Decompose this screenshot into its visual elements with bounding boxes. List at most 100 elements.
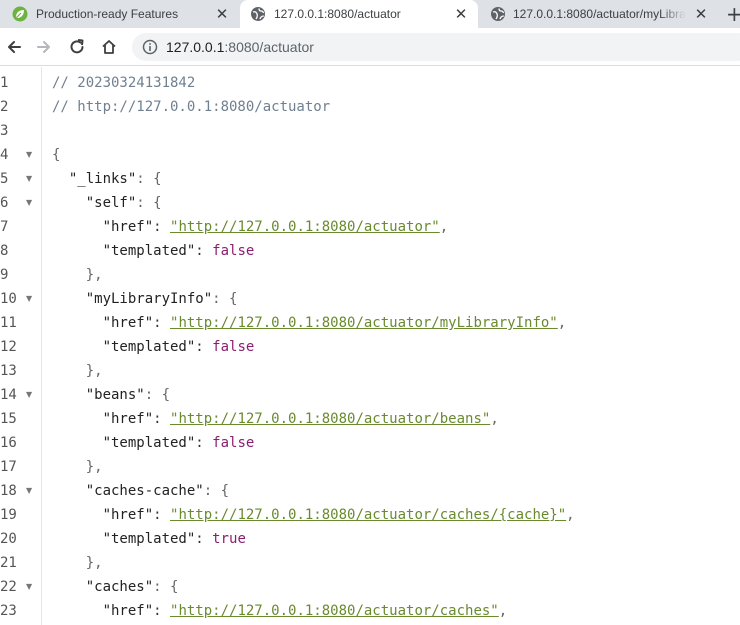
json-key: "href" bbox=[102, 315, 154, 331]
json-punct: : { bbox=[136, 171, 162, 187]
url-path: :8080/actuator bbox=[224, 39, 314, 55]
close-tab-icon[interactable]: ✕ bbox=[452, 5, 470, 23]
tab-title: Production-ready Features bbox=[36, 7, 179, 21]
json-key: "href" bbox=[102, 219, 154, 235]
line-number: 1 bbox=[0, 75, 9, 91]
address-bar[interactable]: 127.0.0.1:8080/actuator bbox=[132, 33, 740, 61]
address-url[interactable]: 127.0.0.1:8080/actuator bbox=[166, 39, 314, 55]
code-line: // http://127.0.0.1:8080/actuator bbox=[52, 95, 330, 119]
json-link[interactable]: "http://127.0.0.1:8080/actuator/myLibrar… bbox=[170, 315, 558, 331]
globe-icon bbox=[490, 6, 506, 22]
comment-text: // 20230324131842 bbox=[52, 75, 196, 91]
fold-toggle-icon[interactable]: ▼ bbox=[26, 191, 34, 215]
forward-arrow-icon[interactable] bbox=[33, 36, 55, 58]
json-boolean: false bbox=[212, 435, 255, 451]
line-number: 12 bbox=[0, 339, 17, 355]
json-key: "templated" bbox=[102, 339, 196, 355]
tab-title: 127.0.0.1:8080/actuator/myLibra bbox=[513, 7, 686, 21]
line-number: 13 bbox=[0, 363, 17, 379]
json-punct: : { bbox=[136, 195, 162, 211]
code-line: "beans": { bbox=[52, 383, 170, 407]
fold-toggle-icon[interactable]: ▼ bbox=[26, 167, 34, 191]
home-icon[interactable] bbox=[98, 36, 120, 58]
json-key: "templated" bbox=[102, 435, 196, 451]
line-number: 10 bbox=[0, 291, 17, 307]
line-number: 20 bbox=[0, 531, 17, 547]
line-number: 11 bbox=[0, 315, 17, 331]
json-boolean: true bbox=[212, 531, 246, 547]
code-line: "templated": false bbox=[102, 243, 255, 259]
close-tab-icon[interactable]: ✕ bbox=[692, 5, 710, 23]
line-number: 18 bbox=[0, 483, 17, 499]
tab-title: 127.0.0.1:8080/actuator bbox=[274, 7, 401, 21]
json-punct: , bbox=[557, 315, 567, 331]
tab-production-ready-features[interactable]: Production-ready Features ✕ bbox=[0, 0, 240, 28]
spring-leaf-icon bbox=[12, 6, 28, 22]
json-link[interactable]: "http://127.0.0.1:8080/actuator/caches/{… bbox=[170, 507, 566, 523]
json-punct: }, bbox=[85, 267, 103, 283]
json-key: "myLibraryInfo" bbox=[85, 291, 213, 307]
json-boolean: false bbox=[212, 243, 255, 259]
line-number: 23 bbox=[0, 603, 17, 619]
json-key: "href" bbox=[102, 603, 154, 619]
line-number: 6 bbox=[0, 195, 9, 211]
code-line: "templated": false bbox=[102, 435, 255, 451]
json-key: "caches-cache" bbox=[85, 483, 204, 499]
code-line: "href": "http://127.0.0.1:8080/actuator"… bbox=[102, 219, 449, 235]
line-number: 16 bbox=[0, 435, 17, 451]
fold-toggle-icon[interactable]: ▼ bbox=[26, 383, 34, 407]
fold-toggle-icon[interactable]: ▼ bbox=[26, 143, 34, 167]
json-link[interactable]: "http://127.0.0.1:8080/actuator/beans" bbox=[170, 411, 490, 427]
site-info-icon[interactable] bbox=[142, 39, 158, 55]
url-host: 127.0.0.1 bbox=[166, 39, 225, 55]
back-arrow-icon[interactable] bbox=[3, 36, 25, 58]
code-line: "templated": true bbox=[102, 531, 246, 547]
json-key: "beans" bbox=[85, 387, 145, 403]
json-punct: { bbox=[52, 147, 61, 163]
json-link[interactable]: "http://127.0.0.1:8080/actuator" bbox=[170, 219, 440, 235]
line-number: 9 bbox=[0, 267, 9, 283]
fold-toggle-icon[interactable]: ▼ bbox=[26, 479, 34, 503]
new-tab-button[interactable]: + bbox=[726, 4, 740, 24]
json-viewer: 1 2 3 4 ▼ 5 ▼ 6 ▼ 7 8 9 10 ▼ 11 12 13 14 ▼ 15 16 17 18 ▼ 19 20 21 2… bbox=[0, 67, 740, 625]
fold-toggle-icon[interactable]: ▼ bbox=[26, 287, 34, 311]
tab-strip: Production-ready Features ✕ 127.0.0.1:80… bbox=[0, 0, 740, 28]
code-line: }, bbox=[52, 551, 103, 575]
json-link[interactable]: "http://127.0.0.1:8080/actuator/caches" bbox=[170, 603, 499, 619]
json-punct: : { bbox=[212, 291, 238, 307]
json-boolean: false bbox=[212, 339, 255, 355]
line-number: 8 bbox=[0, 243, 9, 259]
code-line: }, bbox=[52, 263, 103, 287]
code-line: "href": "http://127.0.0.1:8080/actuator/… bbox=[102, 315, 567, 331]
code-line: "myLibraryInfo": { bbox=[52, 287, 238, 311]
line-number: 21 bbox=[0, 555, 17, 571]
line-number-gutter: 1 2 3 4 ▼ 5 ▼ 6 ▼ 7 8 9 10 ▼ 11 12 13 14 ▼ 15 16 17 18 ▼ 19 20 21 2… bbox=[0, 67, 42, 625]
line-number: 3 bbox=[0, 123, 9, 139]
code-line: // 20230324131842 bbox=[52, 71, 195, 95]
json-punct: : { bbox=[203, 483, 230, 499]
globe-icon bbox=[250, 6, 266, 22]
code-line: "_links": { bbox=[52, 167, 162, 191]
tab-actuator[interactable]: 127.0.0.1:8080/actuator ✕ bbox=[240, 0, 478, 28]
json-punct: , bbox=[439, 219, 449, 235]
line-number: 19 bbox=[0, 507, 17, 523]
json-punct: }, bbox=[85, 459, 103, 475]
fold-toggle-icon[interactable]: ▼ bbox=[26, 575, 34, 599]
reload-icon[interactable] bbox=[66, 36, 88, 58]
code-line: "href": "http://127.0.0.1:8080/actuator/… bbox=[102, 411, 499, 427]
json-key: "_links" bbox=[68, 171, 137, 187]
json-punct: , bbox=[566, 507, 575, 523]
tab-my-library-info[interactable]: 127.0.0.1:8080/actuator/myLibra ✕ bbox=[478, 0, 718, 28]
json-key: "templated" bbox=[102, 531, 196, 547]
json-key: "templated" bbox=[102, 243, 196, 259]
code-line: "templated": false bbox=[102, 339, 255, 355]
line-number: 5 bbox=[0, 171, 9, 187]
code-line: "caches-cache": { bbox=[52, 479, 229, 503]
line-number: 22 bbox=[0, 579, 17, 595]
json-key: "caches" bbox=[85, 579, 154, 595]
json-punct: , bbox=[498, 603, 508, 619]
toolbar: 127.0.0.1:8080/actuator bbox=[0, 28, 740, 66]
line-number: 2 bbox=[0, 99, 9, 115]
code-line: "self": { bbox=[52, 191, 162, 215]
close-tab-icon[interactable]: ✕ bbox=[213, 5, 231, 23]
